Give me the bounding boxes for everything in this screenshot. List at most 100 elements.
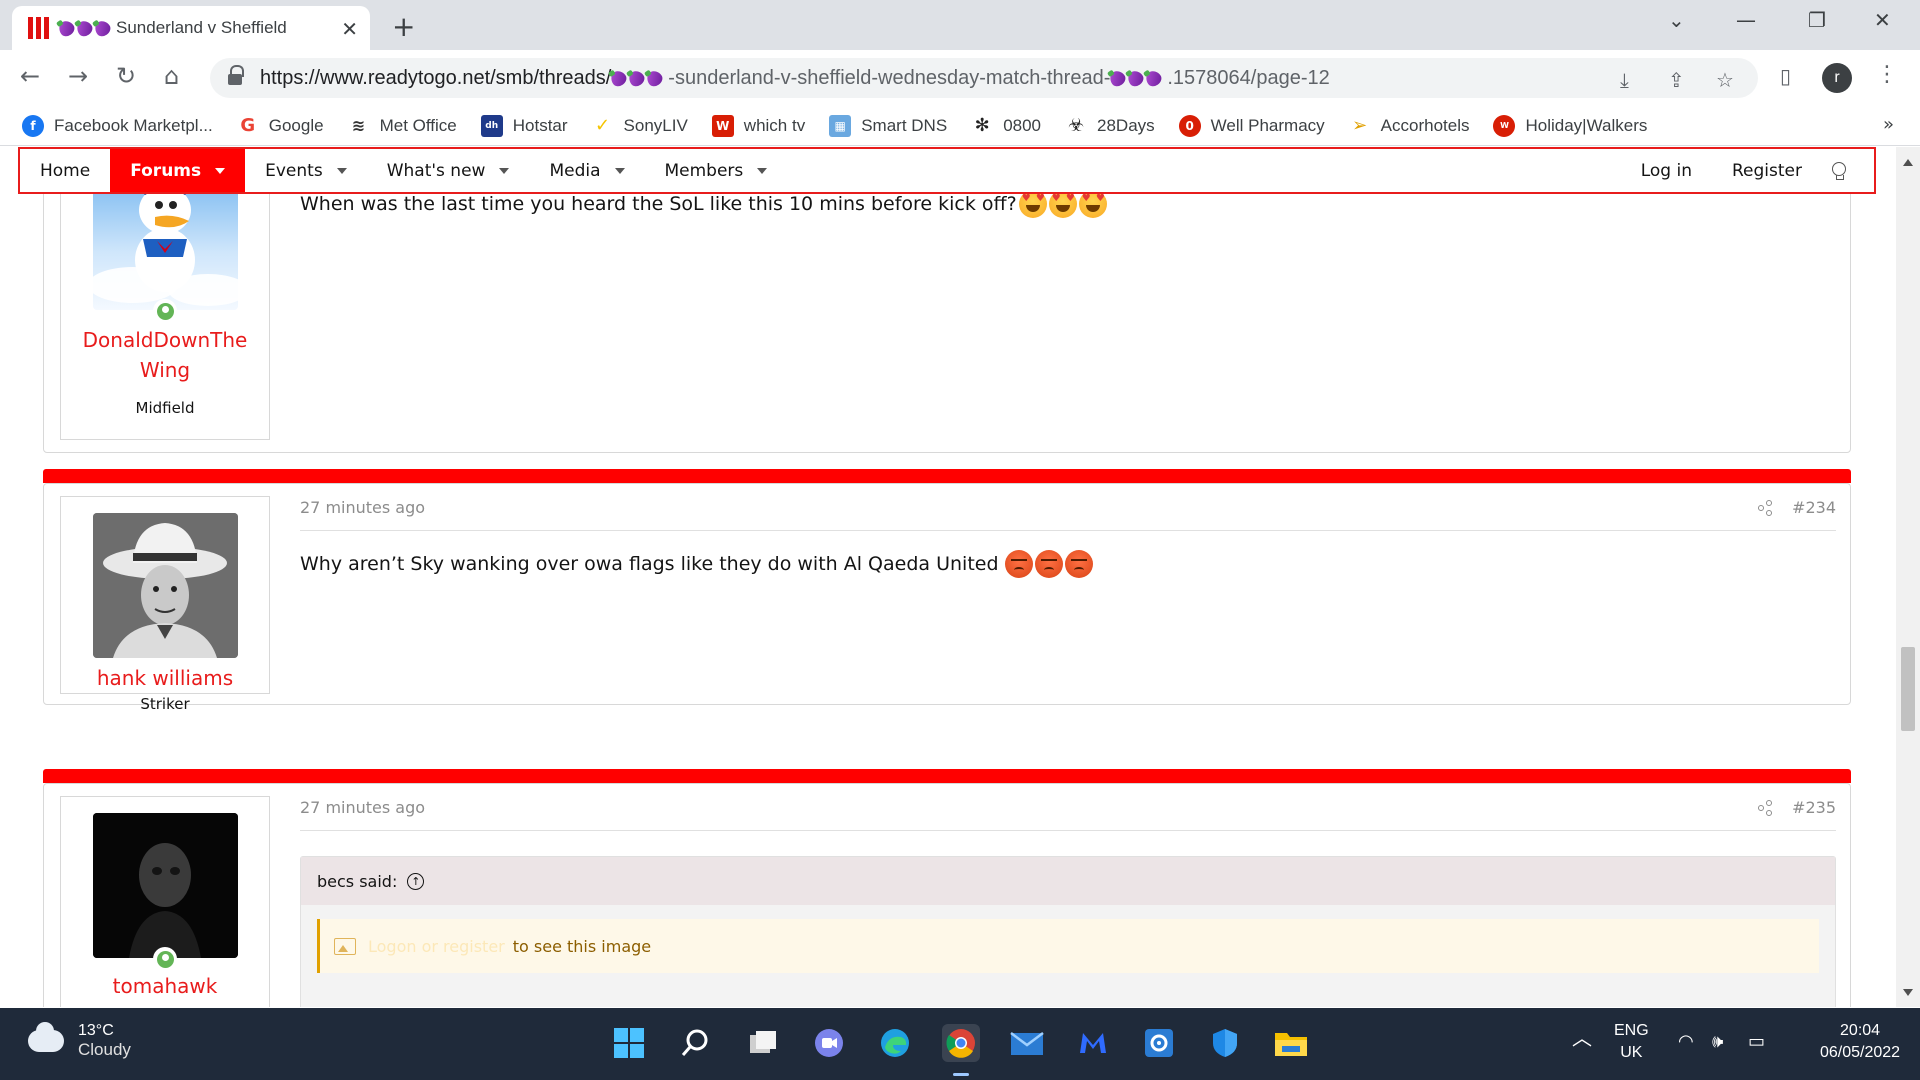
scroll-up-arrow-icon[interactable]	[1903, 159, 1913, 166]
bookmarks-bar: f Facebook Marketpl... G Google ≋ Met Offic…	[0, 106, 1920, 146]
logon-register-link[interactable]: Logon or register	[368, 937, 505, 956]
which-tv-icon: W	[711, 114, 734, 137]
bookmark-smart-dns[interactable]: ▦ Smart DNS	[829, 114, 947, 137]
browser-tab-active[interactable]: Sunderland v Sheffield ✕	[12, 6, 370, 50]
chevron-down-icon[interactable]	[499, 167, 510, 174]
windows-security-shield-icon[interactable]	[1206, 1024, 1244, 1062]
bookmark-well-pharmacy[interactable]: 0 Well Pharmacy	[1178, 114, 1325, 137]
show-hidden-icons-chevron-icon[interactable]: ︿	[1572, 1028, 1592, 1050]
page-viewport: Home Forums Events What's new Media Memb…	[0, 147, 1920, 1007]
smart-dns-icon: ▦	[829, 114, 852, 137]
post-body: Why aren’t Sky wanking over owa flags li…	[300, 550, 1093, 578]
nav-whats-new[interactable]: What's new	[367, 149, 530, 192]
start-windows-icon[interactable]	[610, 1024, 648, 1062]
bookmark-sonyliv[interactable]: ✓ SonyLIV	[592, 115, 688, 137]
walkers-icon: W	[1493, 114, 1516, 137]
user-title: Midfield	[135, 399, 195, 417]
post-number: #235	[1758, 798, 1836, 817]
quote-header[interactable]: becs said: ↑	[301, 857, 1835, 905]
post-username[interactable]: DonaldDownThe Wing	[61, 325, 269, 385]
eggplant-emoji-icons	[1107, 67, 1165, 89]
browser-toolbar: ← → ↻ ⌂ https://www.readytogo.net/smb/th…	[0, 50, 1920, 106]
forum-navigation: Home Forums Events What's new Media Memb…	[18, 147, 1876, 194]
clock[interactable]: 20:04 06/05/2022	[1820, 1020, 1900, 1064]
sonyliv-icon: ✓	[594, 115, 611, 136]
edge-browser-icon[interactable]	[876, 1024, 914, 1062]
language-indicator[interactable]: ENG UK	[1614, 1020, 1649, 1064]
volume-icon[interactable]: 🕪	[1712, 1030, 1723, 1052]
nav-home[interactable]: Home	[20, 149, 110, 192]
tab-strip: Sunderland v Sheffield ✕ + ⌄ — ❐ ✕	[0, 0, 1920, 50]
28days-icon: ☣	[1067, 115, 1085, 136]
post-header-bar	[43, 769, 1851, 783]
chevron-down-icon[interactable]	[336, 167, 347, 174]
bookmark-which-tv[interactable]: Wwhich tv	[711, 114, 805, 137]
share-icon[interactable]	[1758, 799, 1774, 816]
share-icon[interactable]	[1758, 499, 1774, 516]
nav-forums[interactable]: Forums	[110, 149, 246, 192]
nav-members[interactable]: Members	[645, 149, 788, 192]
post-number-link[interactable]: #235	[1792, 798, 1836, 817]
chevron-down-icon[interactable]	[215, 167, 226, 174]
post-username[interactable]: tomahawk	[61, 971, 269, 1001]
post-username[interactable]: hank williams	[61, 663, 269, 693]
bookmark-facebook-marketplace[interactable]: f Facebook Marketpl...	[22, 114, 213, 137]
bookmark-holiday-walkers[interactable]: W Holiday|Walkers	[1493, 114, 1647, 137]
scroll-down-arrow-icon[interactable]	[1903, 989, 1913, 996]
lock-icon[interactable]	[228, 65, 244, 85]
profile-avatar[interactable]: r	[1822, 63, 1852, 93]
weather-widget[interactable]: 13°C Cloudy	[28, 1022, 131, 1060]
forward-button[interactable]: →	[68, 62, 88, 90]
settings-gear-icon[interactable]	[1140, 1024, 1178, 1062]
avatar[interactable]	[93, 813, 238, 958]
side-panel-icon[interactable]: ▯	[1780, 64, 1791, 88]
more-bookmarks-icon[interactable]: »	[1883, 114, 1894, 135]
avatar[interactable]	[93, 513, 238, 658]
nav-events[interactable]: Events	[245, 149, 367, 192]
task-view-icon[interactable]	[744, 1024, 782, 1062]
restore-button[interactable]: ❐	[1808, 8, 1826, 32]
battery-icon[interactable]: ▭	[1748, 1030, 1765, 1052]
nav-media[interactable]: Media	[529, 149, 644, 192]
bookmark-star-icon[interactable]: ☆	[1716, 68, 1734, 92]
tab-search-chevron-icon[interactable]: ⌄	[1668, 8, 1685, 32]
malwarebytes-icon[interactable]	[1074, 1024, 1112, 1062]
chrome-browser-icon[interactable]	[942, 1024, 980, 1062]
address-bar[interactable]: https://www.readytogo.net/smb/threads/ -…	[210, 58, 1758, 98]
post-timestamp[interactable]: 27 minutes ago	[300, 798, 425, 817]
url-text: https://www.readytogo.net/smb/threads/ -…	[260, 66, 1330, 89]
quote-author[interactable]: becs said:	[317, 872, 397, 891]
search-icon[interactable]	[676, 1024, 714, 1062]
new-tab-button[interactable]: +	[392, 10, 415, 43]
register-link[interactable]: Register	[1712, 161, 1822, 181]
file-explorer-folder-icon[interactable]	[1272, 1024, 1310, 1062]
chevron-down-icon[interactable]	[614, 167, 625, 174]
bookmark-google[interactable]: G Google	[237, 115, 323, 137]
install-app-icon[interactable]: ⤓	[1620, 68, 1629, 92]
share-page-icon[interactable]: ⇪	[1668, 68, 1685, 92]
wifi-icon[interactable]: ◠	[1678, 1030, 1694, 1052]
login-link[interactable]: Log in	[1621, 161, 1712, 181]
chevron-down-icon[interactable]	[757, 167, 768, 174]
mail-icon[interactable]	[1008, 1024, 1046, 1062]
close-window-button[interactable]: ✕	[1874, 8, 1891, 32]
home-button[interactable]: ⌂	[164, 62, 179, 90]
bookmark-accorhotels[interactable]: ➢ Accorhotels	[1349, 115, 1469, 137]
user-title: Striker	[140, 695, 190, 713]
lightbulb-icon[interactable]	[1832, 161, 1846, 180]
post-number-link[interactable]: #234	[1792, 498, 1836, 517]
reload-button[interactable]: ↻	[116, 62, 136, 90]
bookmark-28days[interactable]: ☣ 28Days	[1065, 115, 1155, 137]
bookmark-met-office[interactable]: ≋ Met Office	[348, 115, 457, 137]
bookmark-hotstar[interactable]: dh Hotstar	[480, 114, 568, 137]
scrollbar-thumb[interactable]	[1901, 647, 1915, 731]
back-button[interactable]: ←	[20, 62, 40, 90]
post-timestamp[interactable]: 27 minutes ago	[300, 498, 425, 517]
minimize-button[interactable]: —	[1736, 8, 1756, 32]
go-to-original-icon[interactable]: ↑	[407, 872, 425, 890]
browser-menu-icon[interactable]: ⋮	[1876, 62, 1898, 87]
page-scrollbar[interactable]	[1896, 147, 1920, 1007]
close-tab-icon[interactable]: ✕	[341, 17, 358, 41]
bookmark-0800[interactable]: ✻ 0800	[971, 115, 1041, 137]
teams-chat-icon[interactable]	[810, 1024, 848, 1062]
